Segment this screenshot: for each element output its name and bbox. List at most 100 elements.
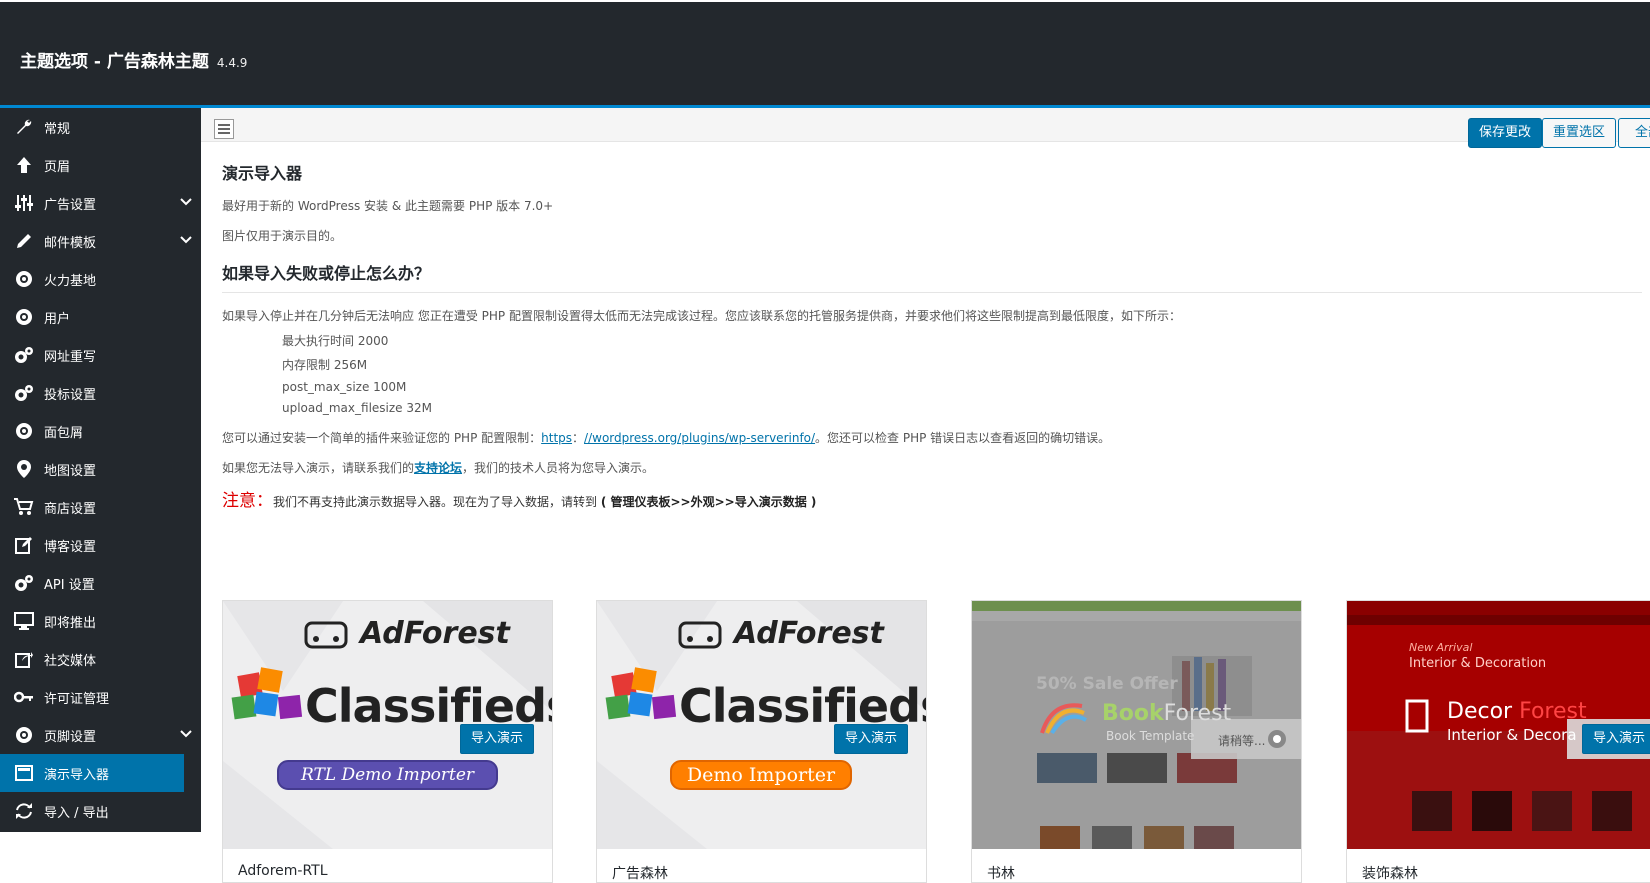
cog-circle-icon	[12, 307, 36, 327]
demo-name: 书林	[987, 866, 1015, 882]
demo-card-decorforest[interactable]: New Arrival Interior & Decoration Decor …	[1346, 600, 1650, 883]
demo-cards: AdForest Classifieds RTL Demo Importer 导…	[222, 600, 1650, 883]
ribbon-text: RTL Demo Importer	[300, 765, 475, 785]
brand-logo-text: Decor Forest	[1447, 699, 1587, 724]
demo-card-adforest[interactable]: AdForest Classifieds Demo Importer 导入演示 …	[596, 600, 927, 883]
options-toolbar	[201, 108, 1650, 142]
sidebar-item-label: 博客设置	[44, 539, 97, 555]
top-header: 主题选项 - 广告森林主题 4.4.9	[0, 0, 1650, 108]
sidebar-item-label: 商店设置	[44, 501, 97, 517]
sidebar-item-social-media[interactable]: 社交媒体	[0, 640, 201, 678]
verify-text: 您可以通过安装一个简单的插件来验证您的 PHP 配置限制：https：//wor…	[222, 429, 1642, 446]
brand-part-a: Decor	[1447, 699, 1513, 724]
sidebar-item-header[interactable]: 页眉	[0, 146, 201, 184]
cogs-icon	[12, 383, 36, 403]
brand-logo-text: BookForest	[1102, 701, 1231, 726]
list-item: 内存限制 256M	[282, 358, 368, 372]
support-forum-link[interactable]: 支持论坛	[414, 461, 462, 475]
brand-part-a: Book	[1102, 701, 1164, 726]
sidebar-item-label: 社交媒体	[44, 653, 97, 669]
brand-part-b: Forest	[1519, 699, 1587, 724]
sidebar-item-firebase[interactable]: 火力基地	[0, 260, 201, 298]
sidebar-item-url-rewrite[interactable]: 网址重写	[0, 336, 201, 374]
key-icon	[12, 687, 36, 707]
sidebar-item-label: 常规	[44, 121, 71, 137]
chevron-down-icon[interactable]	[179, 195, 193, 209]
headline-text: 50% Sale Offer	[1036, 674, 1178, 694]
sidebar-item-label: 演示导入器	[44, 767, 110, 783]
tagline-text: Book Template	[1106, 729, 1195, 743]
import-demo-button[interactable]: 导入演示	[834, 724, 909, 754]
demo-thumbnail: 50% Sale Offer BookForest Book Template …	[972, 601, 1301, 849]
cog-circle-icon	[12, 725, 36, 745]
list-icon	[218, 124, 230, 134]
sidebar-item-blog-settings[interactable]: 博客设置	[0, 526, 201, 564]
import-demo-button[interactable]: 导入演示	[1582, 724, 1650, 754]
sidebar-item-breadcrumb[interactable]: 面包屑	[0, 412, 201, 450]
sidebar-item-label: 邮件模板	[44, 235, 97, 251]
verify-link-url[interactable]: //wordpress.org/plugins/wp-serverinfo/	[584, 431, 815, 445]
brand-logo-text: AdForest	[360, 616, 510, 651]
sidebar-item-label: 许可证管理	[44, 691, 110, 707]
reset-section-button[interactable]: 重置选区	[1542, 118, 1617, 148]
monitor-icon	[12, 611, 36, 631]
reset-all-button[interactable]: 全部	[1618, 118, 1650, 148]
sidebar-item-label: API 设置	[44, 577, 95, 593]
sidebar-item-map-settings[interactable]: 地图设置	[0, 450, 201, 488]
sidebar-item-users[interactable]: 用户	[0, 298, 201, 336]
intro-text: 最好用于新的 WordPress 安装 & 此主题需要 PHP 版本 7.0+	[222, 199, 554, 213]
list-item: upload_max_filesize 32M	[282, 401, 432, 415]
map-marker-icon	[12, 459, 36, 479]
sidebar-item-label: 页眉	[44, 159, 71, 175]
sidebar-item-label: 广告设置	[44, 197, 97, 213]
cog-circle-icon	[12, 421, 36, 441]
title-text: 主题选项 - 广告森林主题	[20, 52, 209, 72]
support-suffix: ，我们的技术人员将为您导入演示。	[462, 461, 655, 475]
support-prefix: 如果您无法导入演示，请联系我们的	[222, 461, 415, 475]
sidebar-item-email-templates[interactable]: 邮件模板	[0, 222, 201, 260]
sidebar-item-label: 投标设置	[44, 387, 97, 403]
sidebar-item-general[interactable]: 常规	[0, 108, 201, 146]
sidebar-item-api-settings[interactable]: API 设置	[0, 564, 201, 602]
demo-name: Adforem-RTL	[238, 863, 328, 879]
expand-toggle[interactable]	[214, 119, 234, 139]
sidebar-item-shop-settings[interactable]: 商店设置	[0, 488, 201, 526]
sidebar-item-import-export[interactable]: 导入 / 导出	[0, 792, 201, 830]
sidebar-item-label: 地图设置	[44, 463, 97, 479]
support-text: 如果您无法导入演示，请联系我们的支持论坛，我们的技术人员将为您导入演示。	[222, 459, 1642, 476]
sidebar-item-coming-soon[interactable]: 即将推出	[0, 602, 201, 640]
demo-card-bookforest[interactable]: 50% Sale Offer BookForest Book Template …	[971, 600, 1302, 883]
notice-path: ( 管理仪表板>>外观>>导入演示数据 )	[600, 495, 817, 509]
cog-circle-icon	[12, 269, 36, 289]
sidebar-item-label: 网址重写	[44, 349, 97, 365]
kicker-text: New Arrival	[1409, 641, 1473, 654]
limits-list: 最大执行时间 2000 内存限制 256M post_max_size 100M…	[282, 332, 1642, 415]
import-demo-button[interactable]: 导入演示	[460, 724, 535, 754]
sidebar-item-footer-settings[interactable]: 页脚设置	[0, 716, 201, 754]
demo-card-adforest-rtl[interactable]: AdForest Classifieds RTL Demo Importer 导…	[222, 600, 553, 883]
arrow-up-icon	[12, 155, 36, 175]
main-content: 演示导入器 最好用于新的 WordPress 安装 & 此主题需要 PHP 版本…	[222, 150, 1642, 511]
demo-name: 装饰森林	[1362, 866, 1418, 882]
verify-colon: ：	[572, 431, 585, 445]
window-icon	[12, 763, 36, 783]
sidebar-item-label: 火力基地	[44, 273, 97, 289]
tagline-text: Interior & Decora	[1447, 726, 1577, 744]
share-icon	[12, 649, 36, 669]
edit-icon	[12, 535, 36, 555]
demo-name: 广告森林	[612, 866, 668, 882]
sidebar-item-label: 面包屑	[44, 425, 84, 441]
sidebar-item-bidding[interactable]: 投标设置	[0, 374, 201, 412]
ribbon-text: Demo Importer	[686, 764, 836, 786]
verify-link-https[interactable]: https	[541, 431, 572, 445]
cart-icon	[12, 497, 36, 517]
chevron-down-icon[interactable]	[179, 727, 193, 741]
loading-text: 请稍等...	[1218, 734, 1266, 748]
sidebar-item-ad-settings[interactable]: 广告设置	[0, 184, 201, 222]
chevron-down-icon[interactable]	[179, 233, 193, 247]
sidebar-item-license[interactable]: 许可证管理	[0, 678, 201, 716]
sidebar-item-demo-importer[interactable]: 演示导入器	[0, 754, 184, 792]
pencil-icon	[12, 231, 36, 251]
notice: 注意：我们不再支持此演示数据导入器。现在为了导入数据，请转到 ( 管理仪表板>>…	[222, 486, 1642, 511]
save-button[interactable]: 保存更改	[1468, 118, 1543, 148]
